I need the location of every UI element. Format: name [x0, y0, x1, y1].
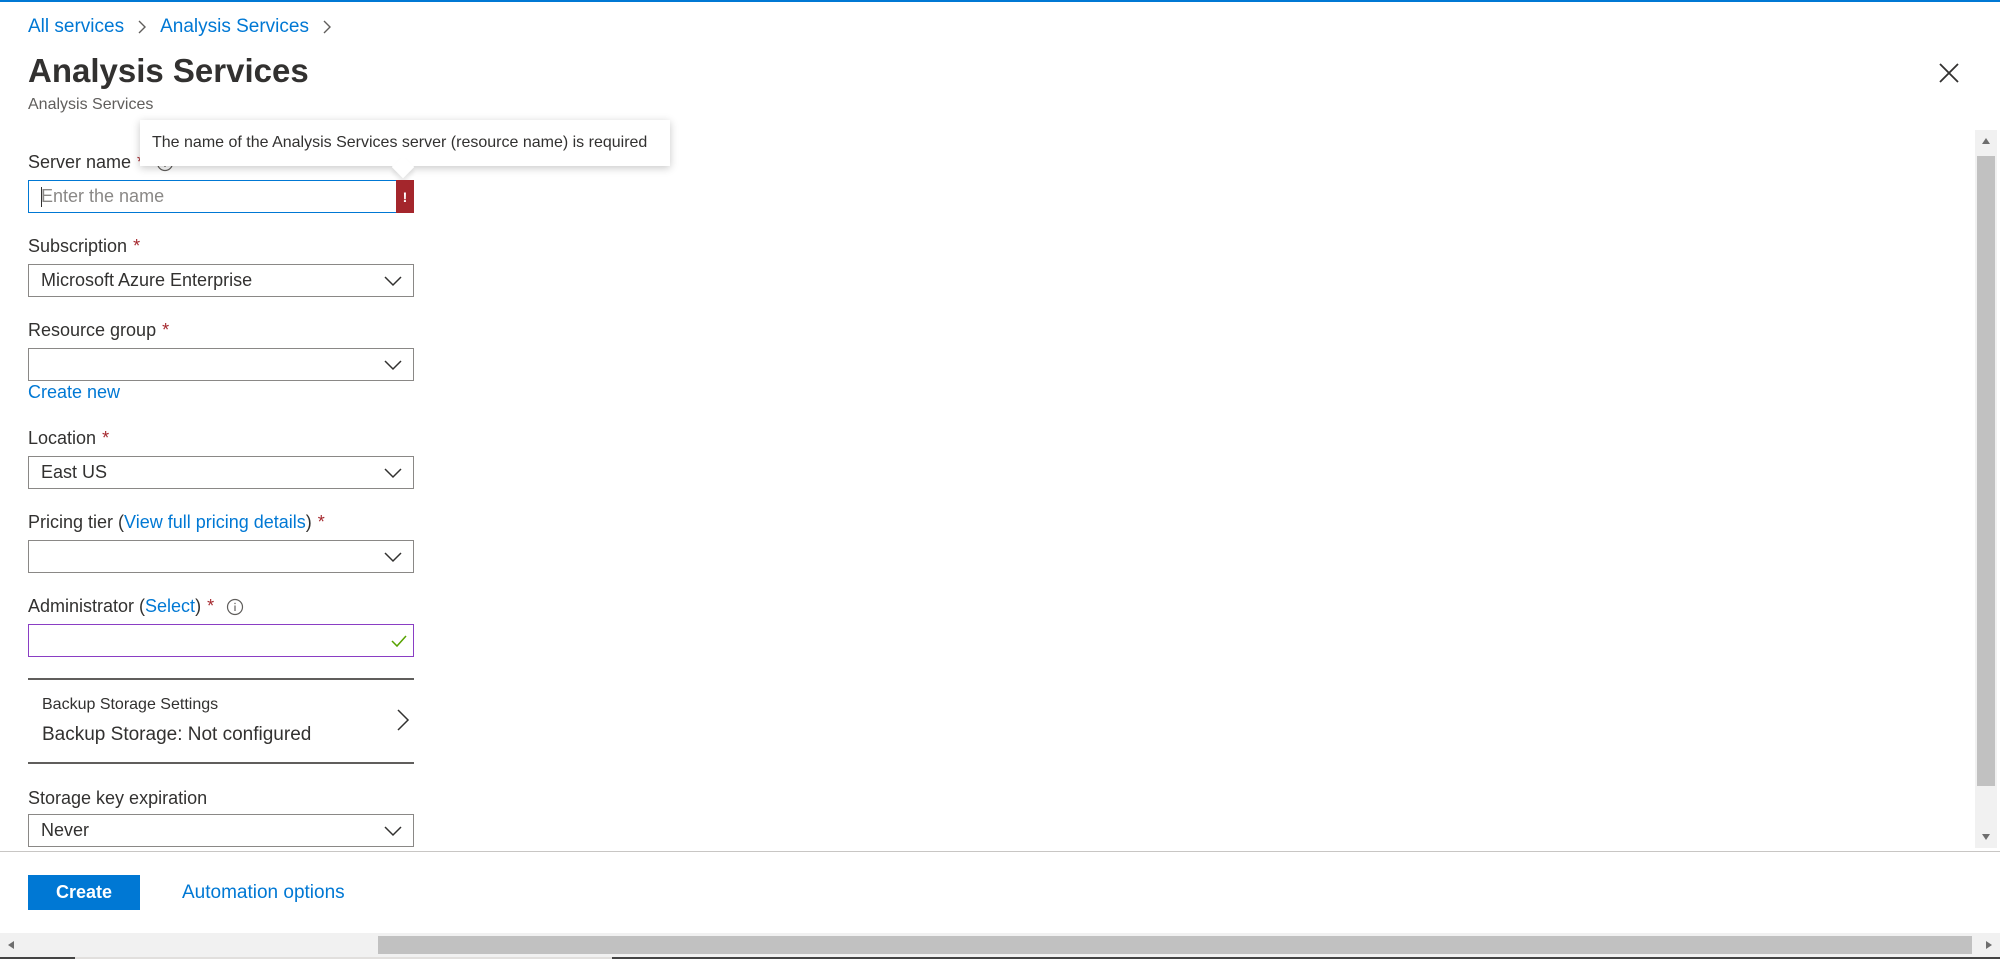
location-value: East US [41, 462, 108, 482]
top-accent-line [0, 0, 2000, 2]
vertical-scrollbar[interactable] [1975, 130, 1997, 848]
text-cursor [41, 187, 42, 207]
create-new-resource-group-link[interactable]: Create new [28, 382, 120, 403]
horizontal-scroll-thumb[interactable] [378, 936, 1972, 954]
pricing-tier-label-suffix: ) [305, 512, 312, 532]
scroll-right-arrow-icon[interactable] [1978, 933, 2000, 957]
required-marker: * [162, 320, 170, 340]
administrator-input[interactable] [28, 624, 414, 657]
page-subtitle: Analysis Services [28, 96, 154, 113]
chevron-down-icon [373, 467, 413, 479]
pricing-tier-dropdown[interactable] [28, 540, 414, 573]
error-icon: ! [396, 180, 414, 213]
vertical-scroll-thumb[interactable] [1977, 156, 1995, 786]
chevron-right-icon [321, 20, 333, 34]
administrator-label-suffix: ) [195, 596, 202, 616]
server-name-input[interactable]: Enter the name [28, 180, 396, 213]
resource-group-label: Resource group * [28, 320, 169, 341]
chevron-down-icon [373, 275, 413, 287]
chevron-right-icon [136, 20, 148, 34]
breadcrumb: All services Analysis Services [28, 14, 345, 40]
scroll-up-arrow-icon[interactable] [1975, 130, 1997, 152]
pricing-tier-label: Pricing tier (View full pricing details)… [28, 512, 325, 533]
checkmark-icon [391, 634, 407, 648]
administrator-label: Administrator (Select) * [28, 596, 244, 617]
storage-key-expiration-dropdown[interactable]: Never [28, 814, 414, 847]
chevron-down-icon [373, 825, 413, 837]
required-marker: * [133, 236, 141, 256]
administrator-label-prefix: Administrator ( [28, 596, 146, 616]
breadcrumb-all-services[interactable]: All services [28, 16, 124, 38]
subscription-label-text: Subscription [28, 236, 128, 256]
subscription-dropdown[interactable]: Microsoft Azure Enterprise [28, 264, 414, 297]
close-icon [1939, 63, 1959, 83]
storage-key-expiration-value: Never [41, 820, 90, 840]
pricing-tier-label-prefix: Pricing tier ( [28, 512, 125, 532]
scroll-left-arrow-icon[interactable] [0, 933, 22, 957]
automation-options-link[interactable]: Automation options [182, 882, 345, 904]
location-label: Location * [28, 428, 109, 449]
info-icon[interactable] [226, 598, 244, 616]
required-marker: * [207, 596, 215, 616]
create-button[interactable]: Create [28, 875, 140, 910]
horizontal-scrollbar[interactable] [0, 933, 2000, 957]
required-marker: * [317, 512, 325, 532]
backup-storage-title: Backup Storage Settings [42, 696, 219, 713]
breadcrumb-analysis-services[interactable]: Analysis Services [160, 16, 309, 38]
chevron-down-icon [373, 551, 413, 563]
server-name-placeholder: Enter the name [41, 186, 165, 206]
subscription-label: Subscription * [28, 236, 140, 257]
chevron-down-icon [373, 359, 413, 371]
location-label-text: Location [28, 428, 97, 448]
location-dropdown[interactable]: East US [28, 456, 414, 489]
server-name-label-text: Server name [28, 152, 132, 172]
chevron-right-icon [397, 709, 410, 731]
subscription-value: Microsoft Azure Enterprise [41, 270, 253, 290]
storage-key-expiration-label: Storage key expiration [28, 788, 208, 808]
required-marker: * [102, 428, 110, 448]
select-administrator-link[interactable]: Select [145, 596, 195, 617]
view-pricing-details-link[interactable]: View full pricing details [124, 512, 306, 533]
resource-group-dropdown[interactable] [28, 348, 414, 381]
backup-storage-value: Backup Storage: Not configured [42, 724, 312, 745]
backup-storage-settings[interactable]: Backup Storage Settings Backup Storage: … [28, 678, 414, 764]
scroll-down-arrow-icon[interactable] [1975, 826, 1997, 848]
resource-group-label-text: Resource group [28, 320, 157, 340]
close-button[interactable] [1936, 60, 1962, 86]
validation-tooltip: The name of the Analysis Services server… [140, 120, 670, 166]
page-title: Analysis Services [28, 52, 309, 89]
action-footer: Create Automation options [0, 851, 2000, 933]
create-form: Server name * The name of the Analysis S… [28, 120, 1968, 850]
